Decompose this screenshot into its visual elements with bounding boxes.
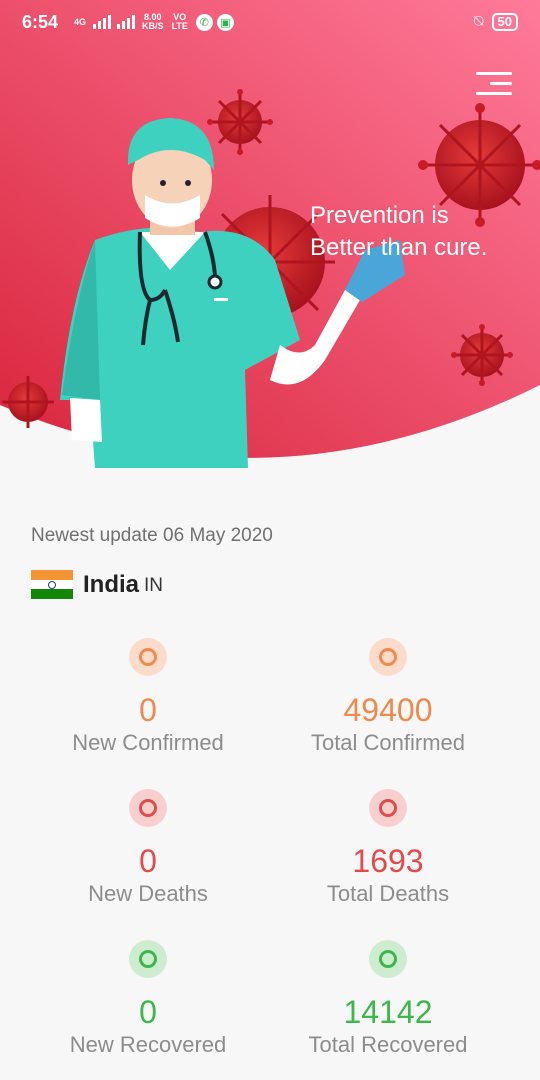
signal-icon-2 [117, 15, 136, 29]
stat-label: Total Confirmed [310, 730, 466, 755]
stat-card: 49400 Total Confirmed [268, 638, 508, 789]
stat-card: 14142 Total Recovered [268, 940, 508, 1080]
stat-label: New Confirmed [72, 730, 224, 755]
stat-indicator-icon [129, 940, 167, 978]
status-time: 6:54 [22, 11, 59, 32]
stat-label: New Recovered [69, 1032, 227, 1057]
battery-icon: 50 [491, 13, 518, 31]
volte-indicator: VO LTE [171, 12, 188, 31]
country-selector[interactable]: India IN [31, 570, 163, 599]
stat-value: 14142 [343, 994, 433, 1030]
stat-value: 0 [139, 994, 157, 1030]
stat-card: 0 New Recovered [28, 940, 268, 1080]
stat-indicator-icon [129, 638, 167, 676]
country-name: India [83, 570, 140, 598]
stat-value: 0 [139, 843, 157, 879]
country-code: IN [144, 574, 164, 596]
message-app-icon: ▣ [216, 13, 234, 31]
stat-indicator-icon [369, 789, 407, 827]
stat-label: Total Recovered [308, 1032, 468, 1057]
network-speed: 8.00 KB/S [142, 12, 164, 31]
stat-indicator-icon [369, 638, 407, 676]
signal-icon [93, 15, 112, 29]
vibrate-icon: ⍉ [473, 13, 484, 30]
update-date: Newest update 06 May 2020 [31, 525, 273, 546]
stat-value: 0 [139, 692, 157, 728]
stat-label: Total Deaths [326, 881, 450, 906]
stats-grid: 0 New Confirmed 49400 Total Confirmed 0 New D… [28, 638, 508, 1080]
stat-value: 49400 [343, 692, 433, 728]
stat-card: 0 New Deaths [28, 789, 268, 940]
hamburger-icon[interactable] [474, 72, 512, 98]
india-flag-icon [31, 570, 73, 599]
stat-indicator-icon [369, 940, 407, 978]
whatsapp-icon: ✆ [195, 13, 213, 31]
stat-label: New Deaths [88, 881, 208, 906]
stat-card: 1693 Total Deaths [268, 789, 508, 940]
stat-card: 0 New Confirmed [28, 638, 268, 789]
status-bar: 6:54 4G 8.00 KB/S VO LTE ✆ ▣ ⍉ 50 [0, 0, 540, 44]
stat-value: 1693 [352, 843, 424, 879]
stat-indicator-icon [129, 789, 167, 827]
network-type: 4G [74, 16, 87, 27]
hero-tagline: Prevention is Better than cure. [310, 202, 488, 261]
